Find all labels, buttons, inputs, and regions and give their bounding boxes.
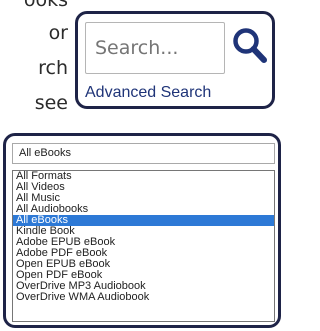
background-text-line-4: see: [34, 92, 68, 114]
search-input[interactable]: [85, 22, 225, 74]
advanced-search-link[interactable]: Advanced Search: [85, 84, 211, 102]
format-option[interactable]: OverDrive WMA Audiobook: [13, 292, 274, 303]
format-dropdown-callout: All eBooks All Formats All Videos All Mu…: [3, 133, 281, 328]
format-options-list: All Formats All Videos All Music All Aud…: [12, 170, 275, 322]
background-text-line-1: ooks: [23, 0, 68, 11]
background-text-line-3: rch: [38, 57, 68, 79]
background-text-line-2: or: [48, 22, 68, 44]
search-callout: Advanced Search: [75, 11, 275, 109]
format-select[interactable]: All eBooks: [12, 143, 275, 164]
search-icon: [233, 28, 267, 63]
search-button[interactable]: [230, 24, 270, 68]
